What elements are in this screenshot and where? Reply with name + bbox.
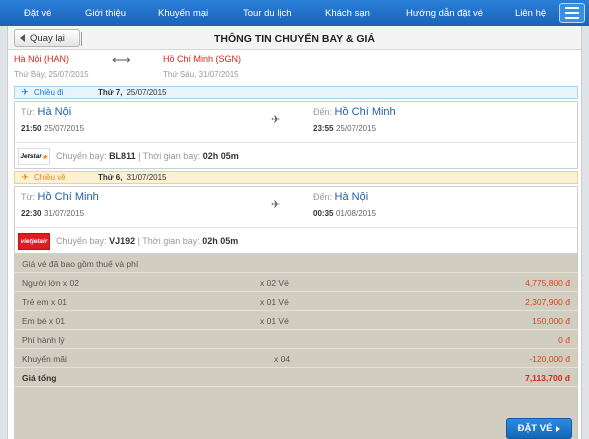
page-title: THÔNG TIN CHUYẾN BAY & GIÁ bbox=[213, 33, 376, 45]
route-origin-date: Thứ Bảy, 25/07/2015 bbox=[14, 70, 89, 79]
top-nav: Đặt vé Giới thiệu Khuyến mại Tour du lịc… bbox=[0, 0, 589, 26]
inbound-label: Chiều về bbox=[34, 173, 66, 182]
outbound-flight-card: Từ: Hà Nội 21:50 25/07/2015 ✈ Đến: Hồ Ch… bbox=[14, 101, 578, 169]
nav-item-tour-du-lich[interactable]: Tour du lịch bbox=[243, 8, 292, 19]
hamburger-menu-icon[interactable] bbox=[559, 3, 585, 23]
content-frame: Quay lại THÔNG TIN CHUYẾN BAY & GIÁ Hà N… bbox=[7, 26, 582, 439]
arrive-time: 23:55 bbox=[313, 124, 334, 133]
arrive-date: 25/07/2015 bbox=[335, 124, 377, 133]
vietjet-logo: vietjetair bbox=[18, 233, 50, 250]
route-origin: Hà Nội (HAN) bbox=[14, 54, 70, 64]
to-prefix: Đến: bbox=[313, 192, 333, 202]
depart-time: 21:50 bbox=[21, 124, 42, 133]
to-prefix: Đến: bbox=[313, 107, 333, 117]
route-destination-date: Thứ Sáu, 31/07/2015 bbox=[163, 70, 239, 79]
total-label: Giá tổng bbox=[22, 373, 57, 383]
from-city: Hà Nội bbox=[37, 106, 72, 118]
inbound-date: 31/07/2015 bbox=[126, 173, 167, 182]
round-trip-arrow-icon: ⟷ bbox=[112, 52, 131, 67]
outbound-day: Thứ 7, bbox=[98, 88, 123, 97]
outbound-date: 25/07/2015 bbox=[126, 88, 167, 97]
from-city: Hồ Chí Minh bbox=[37, 191, 99, 203]
subheader: Quay lại THÔNG TIN CHUYẾN BAY & GIÁ bbox=[8, 26, 581, 50]
price-row-promotion: Khuyến mãi x 04 -120,000 đ bbox=[14, 349, 578, 368]
route-destination: Hồ Chí Minh (SGN) bbox=[163, 54, 242, 64]
jetstar-logo: Jetstar ★ bbox=[18, 148, 50, 165]
play-arrow-icon bbox=[556, 425, 561, 432]
airplane-icon: ✈ bbox=[271, 199, 281, 211]
nav-item-khuyen-mai[interactable]: Khuyến mại bbox=[158, 8, 208, 19]
inbound-leg-bar: ✈ Chiều về Thứ 6, 31/07/2015 bbox=[14, 171, 578, 184]
inbound-flight-info: Chuyến bay: VJ192 | Thời gian bay: 02h 0… bbox=[56, 236, 239, 246]
from-prefix: Từ: bbox=[21, 107, 36, 117]
price-panel: Giá vé đã bao gồm thuế và phí Người lớn … bbox=[14, 254, 578, 439]
inbound-day: Thứ 6, bbox=[98, 173, 123, 182]
depart-date: 31/07/2015 bbox=[43, 209, 85, 218]
price-note: Giá vé đã bao gồm thuế và phí bbox=[22, 259, 139, 269]
flight-duration: 02h 05m bbox=[202, 151, 239, 161]
nav-item-dat-ve[interactable]: Đặt vé bbox=[24, 8, 51, 19]
depart-time: 22:30 bbox=[21, 209, 42, 218]
nav-item-gioi-thieu[interactable]: Giới thiệu bbox=[85, 8, 126, 19]
from-prefix: Từ: bbox=[21, 192, 36, 202]
outbound-flight-info: Chuyến bay: BL811 | Thời gian bay: 02h 0… bbox=[56, 151, 239, 161]
flight-number: VJ192 bbox=[109, 236, 136, 246]
plane-icon: ✈ bbox=[21, 87, 29, 97]
price-row-total: Giá tổng 7,113,700 đ bbox=[14, 368, 578, 387]
book-ticket-button[interactable]: ĐẶT VÉ bbox=[506, 418, 572, 439]
nav-item-lien-he[interactable]: Liên hệ bbox=[515, 8, 546, 19]
to-city: Hồ Chí Minh bbox=[334, 106, 396, 118]
arrive-time: 00:35 bbox=[313, 209, 334, 218]
total-amount: 7,113,700 đ bbox=[525, 373, 570, 383]
airplane-icon: ✈ bbox=[271, 114, 281, 126]
depart-date: 25/07/2015 bbox=[43, 124, 85, 133]
price-note-row: Giá vé đã bao gồm thuế và phí bbox=[14, 254, 578, 273]
price-row-child: Trẻ em x 01 x 01 Vé 2,307,900 đ bbox=[14, 292, 578, 311]
inbound-flight-card: Từ: Hồ Chí Minh 22:30 31/07/2015 ✈ Đến: … bbox=[14, 186, 578, 254]
price-row-infant: Em bé x 01 x 01 Vé 150,000 đ bbox=[14, 311, 578, 330]
price-row-adult: Người lớn x 02 x 02 Vé 4,775,800 đ bbox=[14, 273, 578, 292]
flight-number: BL811 bbox=[109, 151, 136, 161]
to-city: Hà Nội bbox=[334, 191, 369, 203]
nav-item-khach-san[interactable]: Khách sạn bbox=[325, 8, 370, 19]
plane-return-icon: ✈ bbox=[21, 172, 29, 182]
outbound-leg-bar: ✈ Chiều đi Thứ 7, 25/07/2015 bbox=[14, 86, 578, 99]
outbound-label: Chiều đi bbox=[34, 88, 64, 97]
flight-duration: 02h 05m bbox=[202, 236, 239, 246]
arrive-date: 01/08/2015 bbox=[335, 209, 377, 218]
price-row-baggage: Phí hành lý 0 đ bbox=[14, 330, 578, 349]
nav-item-huong-dan[interactable]: Hướng dẫn đặt vé bbox=[406, 8, 483, 19]
